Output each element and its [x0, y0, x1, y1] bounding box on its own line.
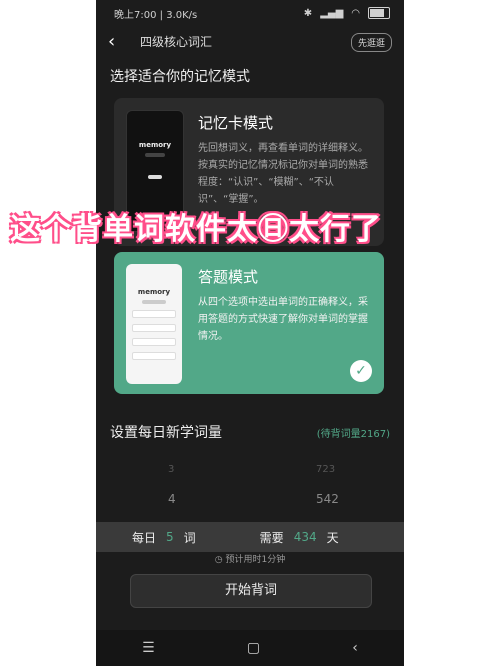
battery-icon	[368, 7, 390, 19]
mode-section-title: 选择适合你的记忆模式	[110, 69, 250, 85]
picker-right-value[interactable]: 542	[316, 492, 339, 506]
picker-left-value[interactable]: 3	[168, 464, 174, 475]
per-day-value: 5	[166, 530, 174, 544]
mode-thumbnail: memory	[126, 264, 182, 384]
per-day-unit: 词	[183, 530, 196, 545]
need-label: 需要	[259, 530, 284, 545]
top-bar: ‹ 四级核心词汇 先逛逛	[96, 26, 404, 56]
overlay-caption: 这个背单词软件太㊐太行了	[10, 212, 382, 247]
pending-words-count: (待背词量2167)	[316, 429, 390, 440]
daily-selection-band[interactable]: 每日 5 词 需要 434 天	[96, 522, 404, 552]
mode-description: 从四个选项中选出单词的正确释义，采用答题的方式快速了解你对单词的掌握情况。	[198, 297, 368, 342]
phone-screen: 晚上7:00 | 3.0K/s ✱ ▂▄▆ ◠ ‹ 四级核心词汇 先逛逛 选择适…	[96, 0, 404, 666]
estimated-time: ◷ 预计用时1分钟	[214, 555, 286, 565]
skip-button[interactable]: 先逛逛	[350, 33, 392, 52]
bluetooth-icon: ✱	[303, 7, 313, 19]
start-button[interactable]: 开始背词	[130, 574, 372, 608]
check-icon: ✓	[350, 360, 372, 382]
need-days-value: 434	[293, 530, 317, 544]
wifi-icon: ◠	[351, 7, 360, 19]
page-title: 四级核心词汇	[140, 34, 213, 49]
mode-title: 答题模式	[198, 268, 259, 286]
system-navbar: ☰ ▢ ‹	[96, 630, 404, 666]
home-icon[interactable]: ▢	[247, 640, 260, 656]
mode-card-quiz[interactable]: memory 答题模式 从四个选项中选出单词的正确释义，采用答题的方式快速了解你…	[114, 252, 384, 394]
clock-icon: ◷	[214, 555, 223, 565]
status-bar: 晚上7:00 | 3.0K/s ✱ ▂▄▆ ◠	[96, 0, 404, 26]
status-time: 晚上7:00	[114, 9, 157, 21]
picker-left-value[interactable]: 4	[168, 492, 176, 506]
menu-icon[interactable]: ☰	[142, 640, 155, 656]
mode-description: 先回想词义，再查看单词的详细释义。按真实的记忆情况标记你对单词的熟悉程度：“认识…	[198, 143, 368, 205]
need-unit: 天	[326, 530, 339, 545]
signal-icon: ▂▄▆	[320, 7, 344, 19]
daily-words-title: 设置每日新学词量	[110, 425, 222, 441]
picker-right-value[interactable]: 723	[316, 464, 335, 475]
nav-back-icon[interactable]: ‹	[352, 640, 358, 656]
per-day-label: 每日	[132, 530, 157, 545]
mode-title: 记忆卡模式	[198, 114, 274, 132]
back-icon[interactable]: ‹	[108, 31, 130, 52]
network-speed: 3.0K/s	[166, 9, 198, 21]
